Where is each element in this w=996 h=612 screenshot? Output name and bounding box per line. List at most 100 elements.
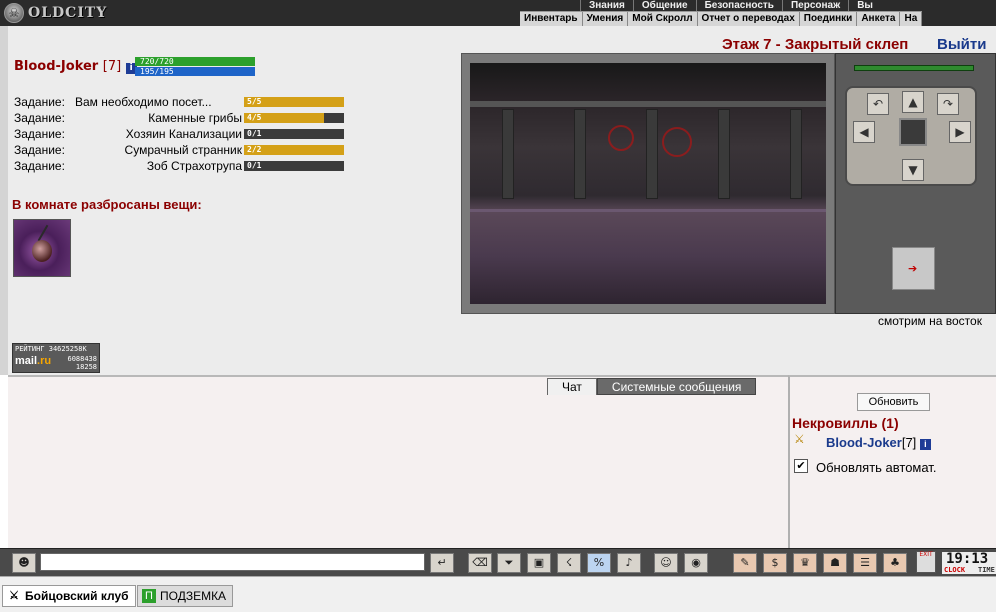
taskbar: ⚔ Бойцовский клуб П ПОДЗЕМКА (0, 576, 996, 612)
task-progress-bar: 0/1 (244, 129, 344, 139)
refresh-button[interactable]: Обновить (857, 393, 930, 411)
submenu-item-truncated[interactable]: На (900, 12, 923, 26)
menu-item-security[interactable]: Безопасность (695, 0, 782, 11)
runner-icon[interactable]: ☇ (557, 553, 581, 573)
task-progress-bar: 0/1 (244, 161, 344, 171)
hero-level: [7] (102, 59, 122, 74)
auto-refresh-checkbox[interactable]: ✔ (794, 459, 808, 473)
submenu-item-inventory[interactable]: Инвентарь (520, 12, 583, 26)
location-title: Некровилль (1) (792, 415, 899, 431)
task-name: Каменные грибы (148, 111, 242, 125)
send-icon[interactable]: ↵ (430, 553, 454, 573)
arrow-up-icon[interactable]: ▲ (902, 91, 924, 113)
eraser-icon[interactable]: ⌫ (468, 553, 492, 573)
submenu-item-profile[interactable]: Анкета (857, 12, 901, 26)
rating-label: РЕЙТИНГ 34625258K (15, 345, 87, 353)
treasure-icon[interactable]: ♛ (793, 553, 817, 573)
online-user-level: [7] (901, 435, 917, 450)
dungeon-icon: П (142, 589, 156, 603)
blood-glyph-icon (608, 125, 634, 151)
logo[interactable]: ☠ OLDCITY (4, 2, 114, 24)
facing-direction: смотрим на восток (878, 314, 982, 328)
submenu-item-transfer-report[interactable]: Отчет о переводах (698, 12, 800, 26)
save-icon[interactable]: ▣ (527, 553, 551, 573)
mailru-rating-counter[interactable]: РЕЙТИНГ 34625258K mail.ru 6088438 18258 (12, 343, 100, 373)
clock-label: CLOCK (944, 566, 966, 574)
task-progress-bar: 2/2 (244, 145, 344, 155)
compass: ▲ ▼ ◀ ▶ ↶ ↷ (845, 86, 977, 186)
swords-icon: ⚔ (9, 590, 19, 602)
task-row: Задание: Каменные грибы 4/5 (14, 111, 344, 127)
tab-system-messages[interactable]: Системные сообщения (596, 378, 757, 395)
wall-pillar (790, 109, 802, 199)
task-label: Задание: (14, 111, 65, 125)
menu-item-exit-truncated[interactable]: Вы (848, 0, 881, 11)
hero-name[interactable]: Blood-Joker [7] i (14, 59, 137, 74)
task-row: Задание: Хозяин Канализации 0/1 (14, 127, 344, 143)
amulet-icon (32, 240, 52, 262)
arrow-right-icon[interactable]: ▶ (949, 121, 971, 143)
minimap: ➔ (892, 247, 935, 290)
translit-icon[interactable]: % (587, 553, 611, 573)
filter-icon[interactable]: ⏷ (497, 553, 521, 573)
floor-title: Этаж 7 - Закрытый склеп (722, 36, 909, 53)
tab-fight-club[interactable]: ⚔ Бойцовский клуб (2, 585, 136, 607)
room-item-amulet[interactable] (13, 219, 71, 277)
submenu-item-skills[interactable]: Умения (583, 12, 629, 26)
mask-icon[interactable]: ☗ (823, 553, 847, 573)
online-user[interactable]: Blood-Joker[7] i (826, 435, 931, 450)
chain-icon (37, 224, 49, 242)
task-label: Задание: (14, 143, 65, 157)
submenu-item-fights[interactable]: Поединки (800, 12, 858, 26)
task-label: Задание: (14, 95, 65, 109)
money-bag-icon[interactable]: $ (763, 553, 787, 573)
dungeon-view-frame (461, 53, 835, 314)
top-bar: ☠ OLDCITY Знания Общение Безопасность Пе… (0, 0, 996, 26)
mana-bar: 195/195 (135, 67, 255, 76)
speak-icon[interactable]: ☻ (12, 553, 36, 573)
helmet-icon[interactable]: ◉ (684, 553, 708, 573)
task-row: Задание: Сумрачный странник 2/2 (14, 143, 344, 159)
weapon-icon[interactable]: ✎ (733, 553, 757, 573)
menu-item-knowledge[interactable]: Знания (580, 0, 633, 11)
sound-icon[interactable]: ♪ (617, 553, 641, 573)
logo-text: OLDCITY (28, 5, 108, 21)
hero-name-text[interactable]: Blood-Joker (14, 59, 98, 74)
task-name: Зоб Страхотрупа (146, 159, 242, 173)
clock-time: 19:13 (946, 551, 989, 567)
task-label: Задание: (14, 159, 65, 173)
submenu-item-my-scroll[interactable]: Мой Скролл (628, 12, 698, 26)
tab-fight-club-label: Бойцовский клуб (25, 589, 129, 603)
mailru-logo: mail.ru (15, 355, 52, 367)
chat-tabs: Чат Системные сообщения (547, 378, 757, 395)
dungeon-view[interactable] (470, 63, 826, 304)
exit-link[interactable]: Выйти (937, 36, 986, 53)
room-items-title: В комнате разбросаны вещи: (12, 197, 202, 212)
party-icon[interactable]: ♣ (883, 553, 907, 573)
task-progress-text: 5/5 (247, 97, 262, 106)
tab-chat[interactable]: Чат (547, 378, 597, 395)
task-progress-text: 2/2 (247, 145, 262, 154)
chat-log[interactable] (8, 375, 788, 548)
menu-item-communication[interactable]: Общение (632, 0, 696, 11)
hp-bar: 720/720 (135, 57, 255, 66)
task-name: Вам необходимо посет... (75, 95, 212, 109)
task-progress-bar: 4/5 (244, 113, 344, 123)
swords-icon[interactable]: ⚔ (794, 432, 812, 448)
info-icon[interactable]: i (919, 439, 931, 450)
turn-right-icon[interactable]: ↷ (937, 93, 959, 115)
group-icon[interactable]: ☰ (853, 553, 877, 573)
exit-label: EXIT (919, 551, 933, 558)
arrow-down-icon[interactable]: ▼ (902, 159, 924, 181)
exit-door-icon[interactable]: EXIT (916, 551, 936, 573)
refresh-view-icon[interactable] (899, 118, 927, 146)
main-panel: Blood-Joker [7] i 720/720 195/195 Задани… (0, 26, 996, 375)
online-user-name[interactable]: Blood-Joker (826, 435, 902, 450)
tab-dungeon[interactable]: П ПОДЗЕМКА (137, 585, 234, 607)
wall-pillar (718, 109, 730, 199)
menu-item-character[interactable]: Персонаж (781, 0, 848, 11)
chat-input[interactable] (40, 553, 425, 571)
smiley-icon[interactable]: ☺ (654, 553, 678, 573)
turn-left-icon[interactable]: ↶ (867, 93, 889, 115)
arrow-left-icon[interactable]: ◀ (853, 121, 875, 143)
